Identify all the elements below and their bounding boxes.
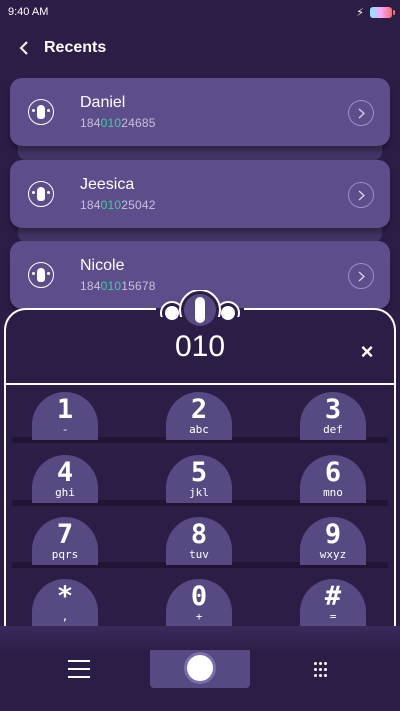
contact-info: Daniel 18401024685 — [80, 94, 156, 130]
key-9[interactable]: 9 wxyz — [300, 517, 366, 565]
key-hash[interactable]: # = — [300, 579, 366, 627]
chevron-right-icon — [358, 270, 365, 282]
call-icon[interactable] — [187, 655, 213, 681]
contact-number: 18401024685 — [80, 116, 156, 130]
key-digit: 2 — [190, 394, 208, 425]
key-letters: + — [195, 610, 203, 623]
header: Recents — [0, 30, 400, 66]
key-letters: - — [61, 423, 69, 436]
keypad-icon[interactable] — [314, 662, 330, 678]
chevron-left-icon — [19, 41, 28, 55]
contact-info: Jeesica 18401025042 — [80, 176, 156, 212]
keypad-row-2: 4 ghi 5 jkl 6 mno — [0, 455, 400, 517]
key-digit: 0 — [190, 581, 208, 612]
keypad-row-3: 7 pqrs 8 tuv 9 wxyz — [0, 517, 400, 579]
key-4[interactable]: 4 ghi — [32, 455, 98, 503]
open-contact-button[interactable] — [348, 100, 374, 126]
keypad-row-1: 1 - 2 abc 3 def — [0, 392, 400, 454]
key-1[interactable]: 1 - — [32, 392, 98, 440]
key-digit: 1 — [56, 394, 74, 425]
key-digit: 6 — [324, 457, 342, 488]
recent-item-daniel[interactable]: Daniel 18401024685 — [10, 78, 390, 146]
bottom-bar — [0, 626, 400, 711]
clear-number-button[interactable]: × — [355, 339, 379, 364]
open-contact-button[interactable] — [348, 182, 374, 208]
card-shadow — [18, 228, 382, 242]
key-letters: = — [329, 610, 337, 623]
key-digit: * — [56, 581, 74, 612]
key-letters: def — [323, 423, 343, 436]
contact-number: 18401025042 — [80, 198, 156, 212]
key-8[interactable]: 8 tuv — [166, 517, 232, 565]
drag-handle-icon — [156, 290, 244, 332]
key-digit: 4 — [56, 457, 74, 488]
key-letters: mno — [323, 486, 343, 499]
back-button[interactable] — [14, 36, 34, 60]
key-letters: jkl — [189, 486, 209, 499]
charging-icon: ⚡ — [356, 6, 364, 19]
key-2[interactable]: 2 abc — [166, 392, 232, 440]
dialer-drag-handle[interactable] — [156, 290, 244, 332]
status-time: 9:40 AM — [8, 6, 49, 18]
open-contact-button[interactable] — [348, 263, 374, 289]
key-5[interactable]: 5 jkl — [166, 455, 232, 503]
key-digit: # — [324, 581, 342, 612]
contact-info: Nicole 18401015678 — [80, 257, 156, 293]
contact-name: Nicole — [80, 257, 125, 274]
status-bar: 9:40 AM ⚡ — [0, 0, 400, 24]
dialer-divider — [6, 383, 394, 385]
key-letters: tuv — [189, 548, 209, 561]
contact-avatar-icon — [28, 181, 54, 207]
page-title: Recents — [44, 39, 107, 56]
contact-number: 18401015678 — [80, 279, 156, 293]
key-digit: 3 — [324, 394, 342, 425]
card-shadow — [18, 146, 382, 160]
dialed-number-display: 010 — [174, 330, 226, 363]
key-star[interactable]: * , — [32, 579, 98, 627]
recent-item-jeesica[interactable]: Jeesica 18401025042 — [10, 160, 390, 228]
battery-icon — [370, 6, 395, 18]
key-7[interactable]: 7 pqrs — [32, 517, 98, 565]
menu-icon[interactable] — [68, 660, 90, 678]
key-0[interactable]: 0 + — [166, 579, 232, 627]
contact-name: Jeesica — [80, 176, 135, 193]
contact-name: Daniel — [80, 94, 126, 111]
chevron-right-icon — [358, 107, 365, 119]
key-digit: 7 — [56, 519, 74, 550]
key-letters: wxyz — [319, 548, 347, 561]
key-digit: 8 — [190, 519, 208, 550]
key-digit: 9 — [324, 519, 342, 550]
key-letters: abc — [189, 423, 209, 436]
key-letters: , — [61, 610, 69, 623]
key-digit: 5 — [190, 457, 208, 488]
key-letters: pqrs — [51, 548, 79, 561]
contact-avatar-icon — [28, 262, 54, 288]
key-letters: ghi — [55, 486, 75, 499]
contact-avatar-icon — [28, 99, 54, 125]
status-icons: ⚡ — [356, 6, 395, 19]
key-6[interactable]: 6 mno — [300, 455, 366, 503]
key-3[interactable]: 3 def — [300, 392, 366, 440]
chevron-right-icon — [358, 189, 365, 201]
